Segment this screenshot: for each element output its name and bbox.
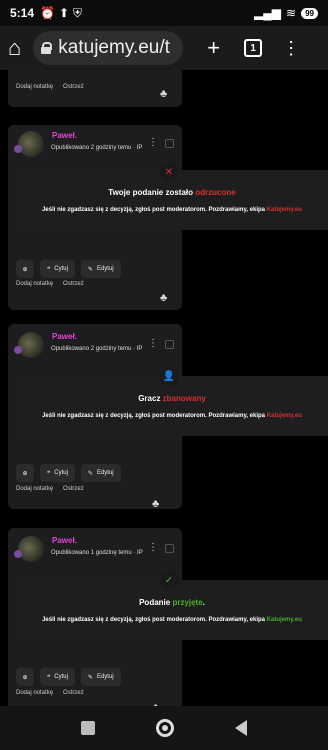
edit-label: Edytuj	[96, 266, 114, 272]
post-author[interactable]: Paweł.	[52, 332, 77, 341]
notice-title: Gracz zbanowany	[16, 394, 328, 403]
avatar[interactable]	[18, 131, 44, 157]
quote-icon: ❝	[47, 674, 51, 681]
thread-content: Dodaj notatkę Ostrzeż ♣ Paweł. Opublikow…	[0, 70, 328, 706]
alarm-icon: ⏰	[40, 6, 55, 20]
helpful-icon[interactable]: ♣	[160, 88, 174, 102]
warn-link[interactable]: Ostrzeż	[63, 84, 84, 90]
notice-body: Jeśli nie zgadzasz się z decyzją, zgłoś …	[16, 413, 328, 419]
pencil-icon: ✎	[87, 266, 93, 273]
post-date: Opublikowano 2 godziny temu · IP	[51, 145, 143, 151]
post-options-icon[interactable]: ⋮	[148, 338, 158, 349]
warn-link[interactable]: Ostrzeż	[63, 690, 84, 696]
notice-body: Jeśli nie zgadzasz się z decyzją, zgłoś …	[16, 207, 328, 213]
helpful-icon[interactable]: ♣	[160, 292, 174, 306]
edit-button[interactable]: ✎ Edytuj	[80, 260, 121, 278]
react-button[interactable]: ⊕	[16, 464, 34, 482]
notice-text: Jeśli nie zgadzasz się z decyzją, zgłoś …	[42, 207, 267, 213]
new-tab-button[interactable]: +	[207, 35, 220, 61]
add-note-link[interactable]: Dodaj notatkę	[16, 281, 53, 287]
url-text: katujemy.eu/t	[58, 37, 170, 58]
notice-status: przyjęte	[172, 598, 203, 607]
quote-label: Cytuj	[54, 470, 68, 476]
warn-link[interactable]: Ostrzeż	[63, 281, 84, 287]
edit-button[interactable]: ✎ Edytuj	[80, 464, 121, 482]
quote-button[interactable]: ❝ Cytuj	[40, 464, 75, 482]
quote-label: Cytuj	[54, 674, 68, 680]
quote-icon: ❝	[47, 470, 51, 477]
notice-suffix: .	[202, 598, 205, 607]
post-author[interactable]: Paweł.	[52, 536, 77, 545]
notice-prefix: Podanie	[139, 598, 173, 607]
pencil-icon: ✎	[87, 674, 93, 681]
add-note-link[interactable]: Dodaj notatkę	[16, 690, 53, 696]
post-options-icon[interactable]: ⋮	[148, 542, 158, 553]
user-badge-icon	[14, 145, 22, 153]
system-navigation-bar	[0, 706, 328, 750]
battery-indicator: 99	[301, 7, 318, 19]
rejected-icon: ✕	[159, 162, 179, 182]
notice-brand-link[interactable]: Katujemy.eu	[267, 617, 302, 623]
react-button[interactable]: ⊕	[16, 668, 34, 686]
notice-body: Jeśli nie zgadzasz się z decyzją, zgłoś …	[16, 617, 328, 623]
upload-icon: ⬆	[58, 6, 70, 20]
edit-label: Edytuj	[96, 674, 114, 680]
post-select-checkbox[interactable]	[165, 544, 174, 553]
back-button[interactable]	[235, 720, 248, 736]
warn-link[interactable]: Ostrzeż	[63, 486, 84, 492]
home-button[interactable]	[155, 719, 174, 737]
edit-label: Edytuj	[96, 470, 114, 476]
post-options-icon[interactable]: ⋮	[148, 137, 158, 148]
post-date: Opublikowano 1 godzinę temu · IP	[51, 550, 143, 556]
notice-title: Podanie przyjęte.	[16, 598, 328, 607]
post-author[interactable]: Paweł.	[52, 131, 77, 140]
add-note-link[interactable]: Dodaj notatkę	[16, 486, 53, 492]
notification-icons: ⏰ ⬆ ⛨	[40, 6, 82, 21]
helpful-icon[interactable]: ♣	[152, 498, 166, 512]
react-button[interactable]: ⊕	[16, 260, 34, 278]
browser-toolbar: ⌂ katujemy.eu/t + 1 ⋮	[0, 26, 328, 70]
post-select-checkbox[interactable]	[165, 139, 174, 148]
pencil-icon: ✎	[87, 470, 93, 477]
notice-title: Twoje podanie zostało odrzucone	[16, 188, 328, 197]
plus-circle-icon: ⊕	[22, 674, 28, 681]
user-badge-icon	[14, 346, 22, 354]
notice-status: zbanowany	[162, 394, 206, 403]
notice-brand-link[interactable]: Katujemy.eu	[267, 413, 302, 419]
post-select-checkbox[interactable]	[165, 340, 174, 349]
notice-status: odrzucone	[195, 188, 236, 197]
home-icon[interactable]: ⌂	[8, 35, 21, 61]
avatar[interactable]	[18, 332, 44, 358]
signal-icon: ▂▄▆	[254, 6, 282, 20]
lock-icon	[41, 42, 53, 54]
address-bar[interactable]: katujemy.eu/t	[33, 31, 184, 65]
post-card-partial: Dodaj notatkę Ostrzeż ♣	[8, 70, 182, 107]
accepted-check-icon: ✓	[159, 570, 179, 590]
quote-button[interactable]: ❝ Cytuj	[40, 668, 75, 686]
tab-switcher-button[interactable]: 1	[244, 39, 263, 57]
notice-text: Jeśli nie zgadzasz się z decyzją, zgłoś …	[42, 413, 267, 419]
edit-button[interactable]: ✎ Edytuj	[80, 668, 121, 686]
post-date: Opublikowano 2 godziny temu · IP	[51, 346, 143, 352]
banned-user-icon: 👤	[159, 366, 179, 386]
recent-apps-button[interactable]	[80, 721, 95, 735]
notice-brand-link[interactable]: Katujemy.eu	[267, 207, 302, 213]
quote-icon: ❝	[47, 266, 51, 273]
browser-menu-icon[interactable]: ⋮	[282, 38, 300, 59]
avatar[interactable]	[18, 536, 44, 562]
plus-circle-icon: ⊕	[22, 266, 28, 273]
wifi-icon: ≋	[286, 6, 297, 20]
user-badge-icon	[14, 550, 22, 558]
status-bar: 5:14 ⏰ ⬆ ⛨ ▂▄▆ ≋ 99	[0, 0, 328, 26]
notice-prefix: Gracz	[138, 394, 163, 403]
plus-circle-icon: ⊕	[22, 470, 28, 477]
shield-icon: ⛨	[73, 5, 83, 20]
notice-prefix: Twoje podanie zostało	[108, 188, 196, 197]
quote-label: Cytuj	[54, 266, 68, 272]
status-time: 5:14	[10, 6, 35, 20]
add-note-link[interactable]: Dodaj notatkę	[16, 84, 53, 90]
quote-button[interactable]: ❝ Cytuj	[40, 260, 75, 278]
notice-text: Jeśli nie zgadzasz się z decyzją, zgłoś …	[42, 617, 267, 623]
